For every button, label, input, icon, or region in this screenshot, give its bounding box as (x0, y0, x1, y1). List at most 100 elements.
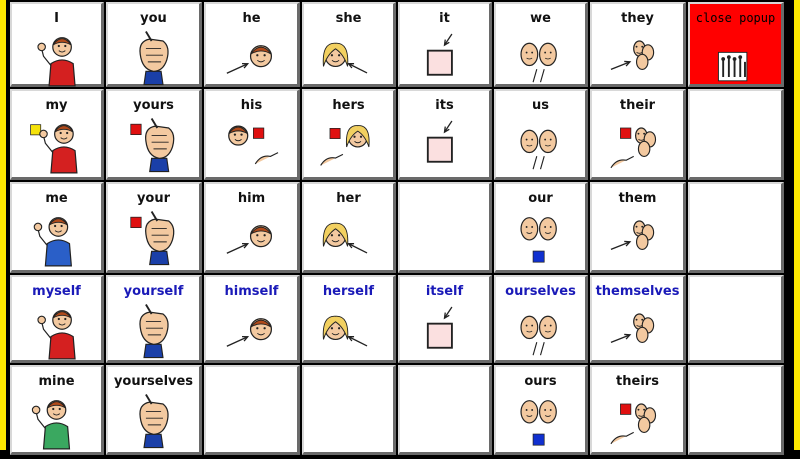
word-label: ours (524, 374, 557, 389)
word-button-myself[interactable]: myself (10, 275, 104, 363)
word-label: she (335, 11, 362, 26)
empty-cell-r4c7[interactable] (688, 365, 784, 455)
word-label: his (240, 98, 263, 113)
self-blue-icon (12, 206, 101, 272)
word-button-ours[interactable]: ours (494, 365, 588, 455)
pointing-fist-icon (108, 299, 199, 365)
word-button-yourselves[interactable]: yourselves (106, 365, 202, 455)
word-label: herself (322, 284, 375, 299)
word-button-our[interactable]: our (494, 182, 588, 273)
word-label: ourselves (505, 284, 576, 299)
two-faces-icon (496, 113, 585, 179)
word-label: themselves (595, 284, 680, 299)
word-label: they (621, 11, 654, 26)
word-button-me[interactable]: me (10, 182, 104, 273)
word-button-ourselves[interactable]: ourselves (494, 275, 588, 363)
word-label: himself (224, 284, 279, 299)
close-popup-icon (690, 26, 781, 92)
group-arrow-icon (592, 26, 683, 92)
word-button-its[interactable]: its (398, 89, 492, 180)
girl-arrow-icon (304, 299, 393, 365)
word-label: him (237, 191, 266, 206)
word-button-hers[interactable]: hers (302, 89, 396, 180)
word-button-herself[interactable]: herself (302, 275, 396, 363)
word-button-I[interactable]: I (10, 2, 104, 87)
word-button-they[interactable]: they (590, 2, 686, 87)
word-label: our (528, 191, 553, 206)
word-button-theirs[interactable]: theirs (590, 365, 686, 455)
empty-cell-r4c4[interactable] (398, 365, 492, 455)
word-button-his[interactable]: his (204, 89, 300, 180)
close-popup-button[interactable]: close popup (688, 2, 784, 87)
word-label: myself (32, 284, 81, 299)
group-arrow-icon (592, 299, 683, 365)
boy-possessive-icon (206, 113, 297, 179)
pointing-fist-icon (108, 389, 199, 455)
word-button-my[interactable]: my (10, 89, 104, 180)
two-faces-icon (496, 26, 585, 92)
group-possessive-icon (592, 113, 683, 179)
word-button-it[interactable]: it (398, 2, 492, 87)
word-button-itself[interactable]: itself (398, 275, 492, 363)
word-label: me (45, 191, 68, 206)
word-button-us[interactable]: us (494, 89, 588, 180)
empty-cell-r2c4[interactable] (398, 182, 492, 273)
word-label: yours (133, 98, 174, 113)
word-button-themselves[interactable]: themselves (590, 275, 686, 363)
group-arrow-icon (592, 206, 683, 272)
two-faces-icon (496, 299, 585, 365)
word-label: he (242, 11, 261, 26)
two-faces-blue-square-icon (496, 389, 585, 455)
word-button-you[interactable]: you (106, 2, 202, 87)
word-label: yourselves (113, 374, 194, 389)
empty-cell-r4c3[interactable] (302, 365, 396, 455)
word-button-mine[interactable]: mine (10, 365, 104, 455)
word-label: itself (425, 284, 464, 299)
pronoun-grid: Iyou he she it we they close popup my yours his he… (0, 0, 800, 455)
pointing-fist-icon (108, 26, 199, 92)
word-button-yours[interactable]: yours (106, 89, 202, 180)
word-button-yourself[interactable]: yourself (106, 275, 202, 363)
pointing-fist-possessive-icon (108, 206, 199, 272)
empty-cell-r1c7[interactable] (688, 89, 784, 180)
self-icon (12, 26, 101, 92)
boy-arrow-icon (206, 299, 297, 365)
pointing-fist-possessive-icon (108, 113, 199, 179)
word-button-them[interactable]: them (590, 182, 686, 273)
word-button-we[interactable]: we (494, 2, 588, 87)
word-button-him[interactable]: him (204, 182, 300, 273)
word-button-he[interactable]: he (204, 2, 300, 87)
girl-arrow-icon (304, 206, 393, 272)
word-label: close popup (695, 11, 776, 25)
self-possessive-icon (12, 113, 101, 179)
word-label: us (532, 98, 549, 113)
box-arrow-icon (400, 26, 489, 92)
word-label: her (336, 191, 361, 206)
boy-arrow-icon (206, 26, 297, 92)
word-label: their (619, 98, 656, 113)
word-button-her[interactable]: her (302, 182, 396, 273)
box-arrow-icon (400, 113, 489, 179)
empty-cell-r4c2[interactable] (204, 365, 300, 455)
two-faces-blue-square-icon (496, 206, 585, 272)
self-green-icon (12, 389, 101, 455)
word-label: theirs (616, 374, 659, 389)
word-label: yourself (123, 284, 184, 299)
word-label: I (54, 11, 59, 26)
word-label: we (530, 11, 551, 26)
word-label: you (140, 11, 167, 26)
word-button-their[interactable]: their (590, 89, 686, 180)
word-button-himself[interactable]: himself (204, 275, 300, 363)
word-label: my (45, 98, 68, 113)
word-button-she[interactable]: she (302, 2, 396, 87)
word-button-your[interactable]: your (106, 182, 202, 273)
empty-cell-r3c7[interactable] (688, 275, 784, 363)
empty-cell-r2c7[interactable] (688, 182, 784, 273)
word-label: its (435, 98, 454, 113)
girl-arrow-icon (304, 26, 393, 92)
group-possessive-icon (592, 389, 683, 455)
self-icon (12, 299, 101, 365)
boy-arrow-icon (206, 206, 297, 272)
box-arrow-icon (400, 299, 489, 365)
word-label: mine (38, 374, 75, 389)
